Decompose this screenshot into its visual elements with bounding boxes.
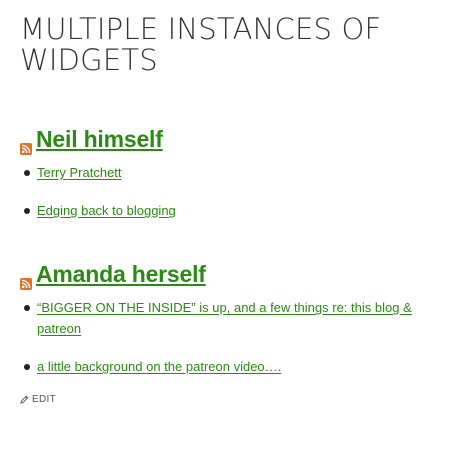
- feed-list: “BIGGER ON THE INSIDE” is up, and a few …: [20, 297, 450, 377]
- bullet: [24, 170, 30, 176]
- widget-title-link[interactable]: Amanda herself: [36, 261, 206, 288]
- feed-item-link[interactable]: Edging back to blogging: [37, 203, 176, 218]
- edit-link[interactable]: EDIT: [20, 394, 450, 405]
- list-item: Terry Pratchett: [20, 162, 450, 183]
- feed-item-link[interactable]: Terry Pratchett: [37, 165, 122, 180]
- rss-widget-neil: Neil himself Terry Pratchett Edging back…: [20, 123, 450, 221]
- edit-label[interactable]: EDIT: [32, 394, 56, 405]
- feed-item-link[interactable]: a little background on the patreon video…: [37, 359, 281, 374]
- list-item: Edging back to blogging: [20, 200, 450, 221]
- feed-item-link[interactable]: “BIGGER ON THE INSIDE” is up, and a few …: [37, 300, 412, 336]
- list-item: a little background on the patreon video…: [20, 356, 450, 377]
- page-title: MULTIPLE INSTANCES OF WIDGETS: [20, 12, 382, 77]
- widget-title-link[interactable]: Neil himself: [36, 126, 163, 153]
- pencil-icon: [20, 395, 29, 404]
- widget-title: Amanda herself: [20, 258, 450, 290]
- feed-list: Terry Pratchett Edging back to blogging: [20, 162, 450, 221]
- bullet: [24, 364, 30, 370]
- rss-feed-icon[interactable]: [20, 269, 32, 290]
- bullet: [24, 208, 30, 214]
- content-area: MULTIPLE INSTANCES OF WIDGETS Neil himse…: [20, 14, 450, 405]
- rss-widget-amanda: Amanda herself “BIGGER ON THE INSIDE” is…: [20, 258, 450, 377]
- widget-title: Neil himself: [20, 123, 450, 155]
- rss-feed-icon[interactable]: [20, 134, 32, 155]
- bullet: [24, 305, 30, 311]
- list-item: “BIGGER ON THE INSIDE” is up, and a few …: [20, 297, 450, 339]
